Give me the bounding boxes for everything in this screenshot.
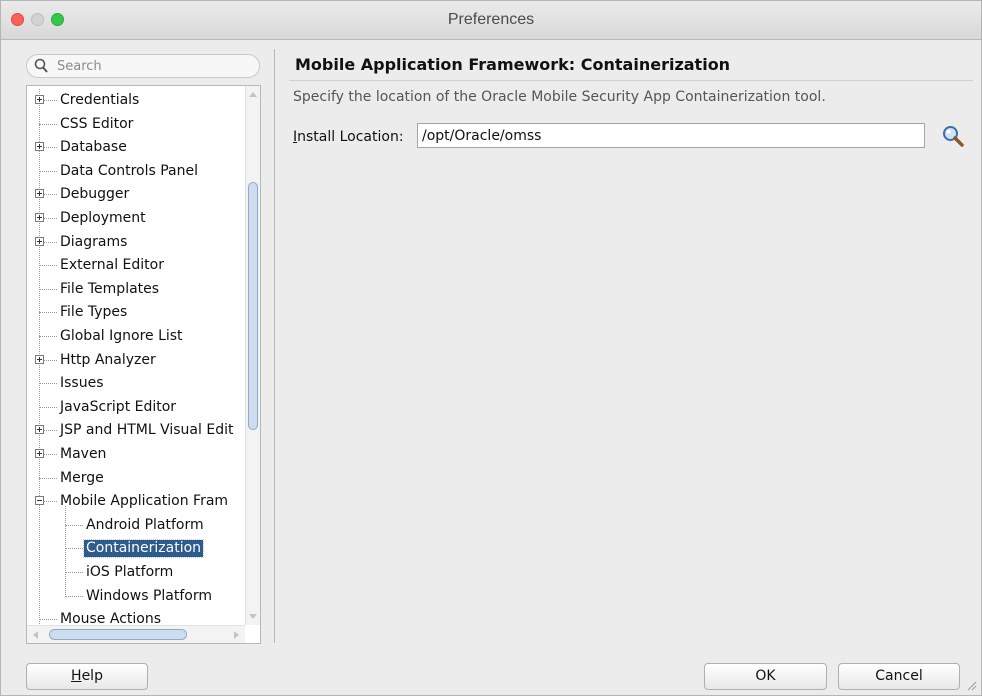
tree-item[interactable]: External Editor: [27, 254, 245, 277]
tree-connector: [39, 288, 57, 290]
tree-connector: [39, 383, 57, 385]
tree-item[interactable]: Database: [27, 136, 245, 159]
tree-item-label: Containerization: [82, 539, 205, 559]
tree-connector: [39, 170, 57, 172]
tree-item-label: Database: [60, 139, 127, 156]
tree-item-label: File Types: [60, 304, 128, 321]
tree-item[interactable]: Maven: [27, 443, 245, 466]
tree-item-label: JSP and HTML Visual Edit: [60, 422, 234, 439]
tree-item[interactable]: Issues: [27, 372, 245, 395]
tree-item-label: Windows Platform: [86, 587, 212, 604]
tree-connector: [65, 548, 83, 550]
tree-item[interactable]: Credentials: [27, 89, 245, 112]
tree-item[interactable]: File Templates: [27, 278, 245, 301]
window-title: Preferences: [447, 11, 535, 28]
title-bar[interactable]: Preferences: [1, 1, 981, 40]
tree-item-label: Data Controls Panel: [60, 162, 198, 179]
tree-item[interactable]: JSP and HTML Visual Edit: [27, 419, 245, 442]
tree-item[interactable]: Deployment: [27, 207, 245, 230]
tree-item-label: Merge: [60, 469, 104, 486]
expand-plus-icon[interactable]: [35, 236, 44, 246]
expand-plus-icon[interactable]: [35, 95, 44, 104]
tree-item[interactable]: Mouse Actions: [27, 608, 245, 625]
tree-item-label: External Editor: [60, 257, 164, 274]
magnifier-search-icon[interactable]: [941, 124, 965, 148]
expand-plus-icon[interactable]: [35, 213, 44, 222]
tree-item-label: Deployment: [60, 210, 146, 226]
tree-connector: [65, 572, 83, 573]
tree-item[interactable]: JavaScript Editor: [27, 396, 245, 419]
tree-item-label: Issues: [60, 375, 104, 392]
collapse-minus-icon[interactable]: [35, 496, 44, 506]
preferences-tree-panel: Credentials CSS Editor Database Data Contro…: [26, 85, 261, 644]
tree-item[interactable]: Global Ignore List: [27, 325, 245, 348]
preferences-tree[interactable]: Credentials CSS Editor Database Data Contro…: [27, 86, 245, 625]
tree-connector: [39, 123, 57, 125]
tree-item-label: Global Ignore List: [60, 328, 183, 344]
install-location-input[interactable]: [417, 123, 925, 148]
scroll-up-arrow-icon[interactable]: [249, 92, 257, 97]
help-button[interactable]: Help: [26, 663, 148, 690]
tree-item[interactable]: Http Analyzer: [27, 349, 245, 372]
tree-item[interactable]: Mobile Application Fram: [27, 490, 245, 513]
tree-item[interactable]: Containerization: [27, 537, 245, 560]
tree-connector: [65, 595, 83, 597]
tree-item[interactable]: Merge: [27, 467, 245, 490]
expand-plus-icon[interactable]: [35, 449, 44, 458]
install-label-text: nstall Location:: [297, 129, 404, 145]
expand-plus-icon[interactable]: [35, 425, 44, 435]
tree-item-label: Android Platform: [86, 516, 204, 533]
scroll-right-arrow-icon[interactable]: [234, 631, 239, 639]
expand-plus-icon[interactable]: [35, 189, 44, 199]
help-label: elp: [81, 668, 103, 684]
tree-item-label: Debugger: [60, 186, 130, 203]
tree-item-label: CSS Editor: [60, 115, 134, 132]
expand-plus-icon[interactable]: [35, 354, 44, 364]
cancel-button[interactable]: Cancel: [838, 663, 960, 690]
tree-item-label: Mobile Application Fram: [60, 493, 229, 510]
tree-item-label: File Templates: [60, 280, 160, 297]
tree-item[interactable]: iOS Platform: [27, 561, 245, 584]
tree-item[interactable]: Debugger: [27, 183, 245, 206]
tree-item[interactable]: Diagrams: [27, 231, 245, 254]
tree-item-label: JavaScript Editor: [60, 398, 177, 415]
tree-connector: [39, 406, 57, 408]
preferences-dialog: Preferences Credentials CSS Editor Databas…: [0, 0, 982, 696]
tree-item-label: iOS Platform: [86, 564, 174, 580]
search-input[interactable]: [57, 58, 247, 75]
tree-vertical-scroll-thumb[interactable]: [248, 182, 258, 430]
tree-connector: [39, 312, 57, 314]
expand-plus-icon[interactable]: [35, 142, 44, 152]
tree-connector: [39, 265, 57, 267]
tree-item-label: Maven: [60, 446, 107, 462]
page-title: Mobile Application Framework: Containeri…: [295, 55, 731, 74]
tree-item[interactable]: CSS Editor: [27, 113, 245, 136]
scroll-down-arrow-icon[interactable]: [249, 614, 257, 619]
search-icon: [34, 58, 48, 73]
tree-item-label: Credentials: [60, 92, 140, 108]
title-separator: [289, 80, 973, 81]
tree-connector: [39, 619, 57, 621]
page-description: Specify the location of the Oracle Mobil…: [293, 89, 826, 105]
tree-connector: [39, 477, 57, 479]
tree-item[interactable]: Windows Platform: [27, 585, 245, 608]
tree-item[interactable]: File Types: [27, 301, 245, 324]
scroll-left-arrow-icon[interactable]: [33, 631, 38, 639]
tree-item-label: Diagrams: [60, 233, 128, 250]
tree-connector: [65, 524, 83, 526]
tree-item-label: Http Analyzer: [60, 351, 156, 368]
resize-grip-icon[interactable]: [967, 681, 977, 691]
install-location-label: Install Location:: [293, 129, 404, 145]
tree-item-label: Mouse Actions: [60, 611, 162, 625]
tree-vertical-scrollbar[interactable]: [245, 86, 260, 625]
ok-button[interactable]: OK: [704, 663, 827, 690]
tree-horizontal-scroll-thumb[interactable]: [49, 629, 187, 640]
search-box[interactable]: [26, 54, 260, 78]
tree-item[interactable]: Android Platform: [27, 514, 245, 537]
tree-connector: [39, 336, 57, 337]
tree-item[interactable]: Data Controls Panel: [27, 160, 245, 183]
split-pane-divider[interactable]: [274, 49, 275, 643]
tree-horizontal-scrollbar[interactable]: [27, 625, 245, 643]
help-mnemonic: H: [71, 668, 82, 684]
